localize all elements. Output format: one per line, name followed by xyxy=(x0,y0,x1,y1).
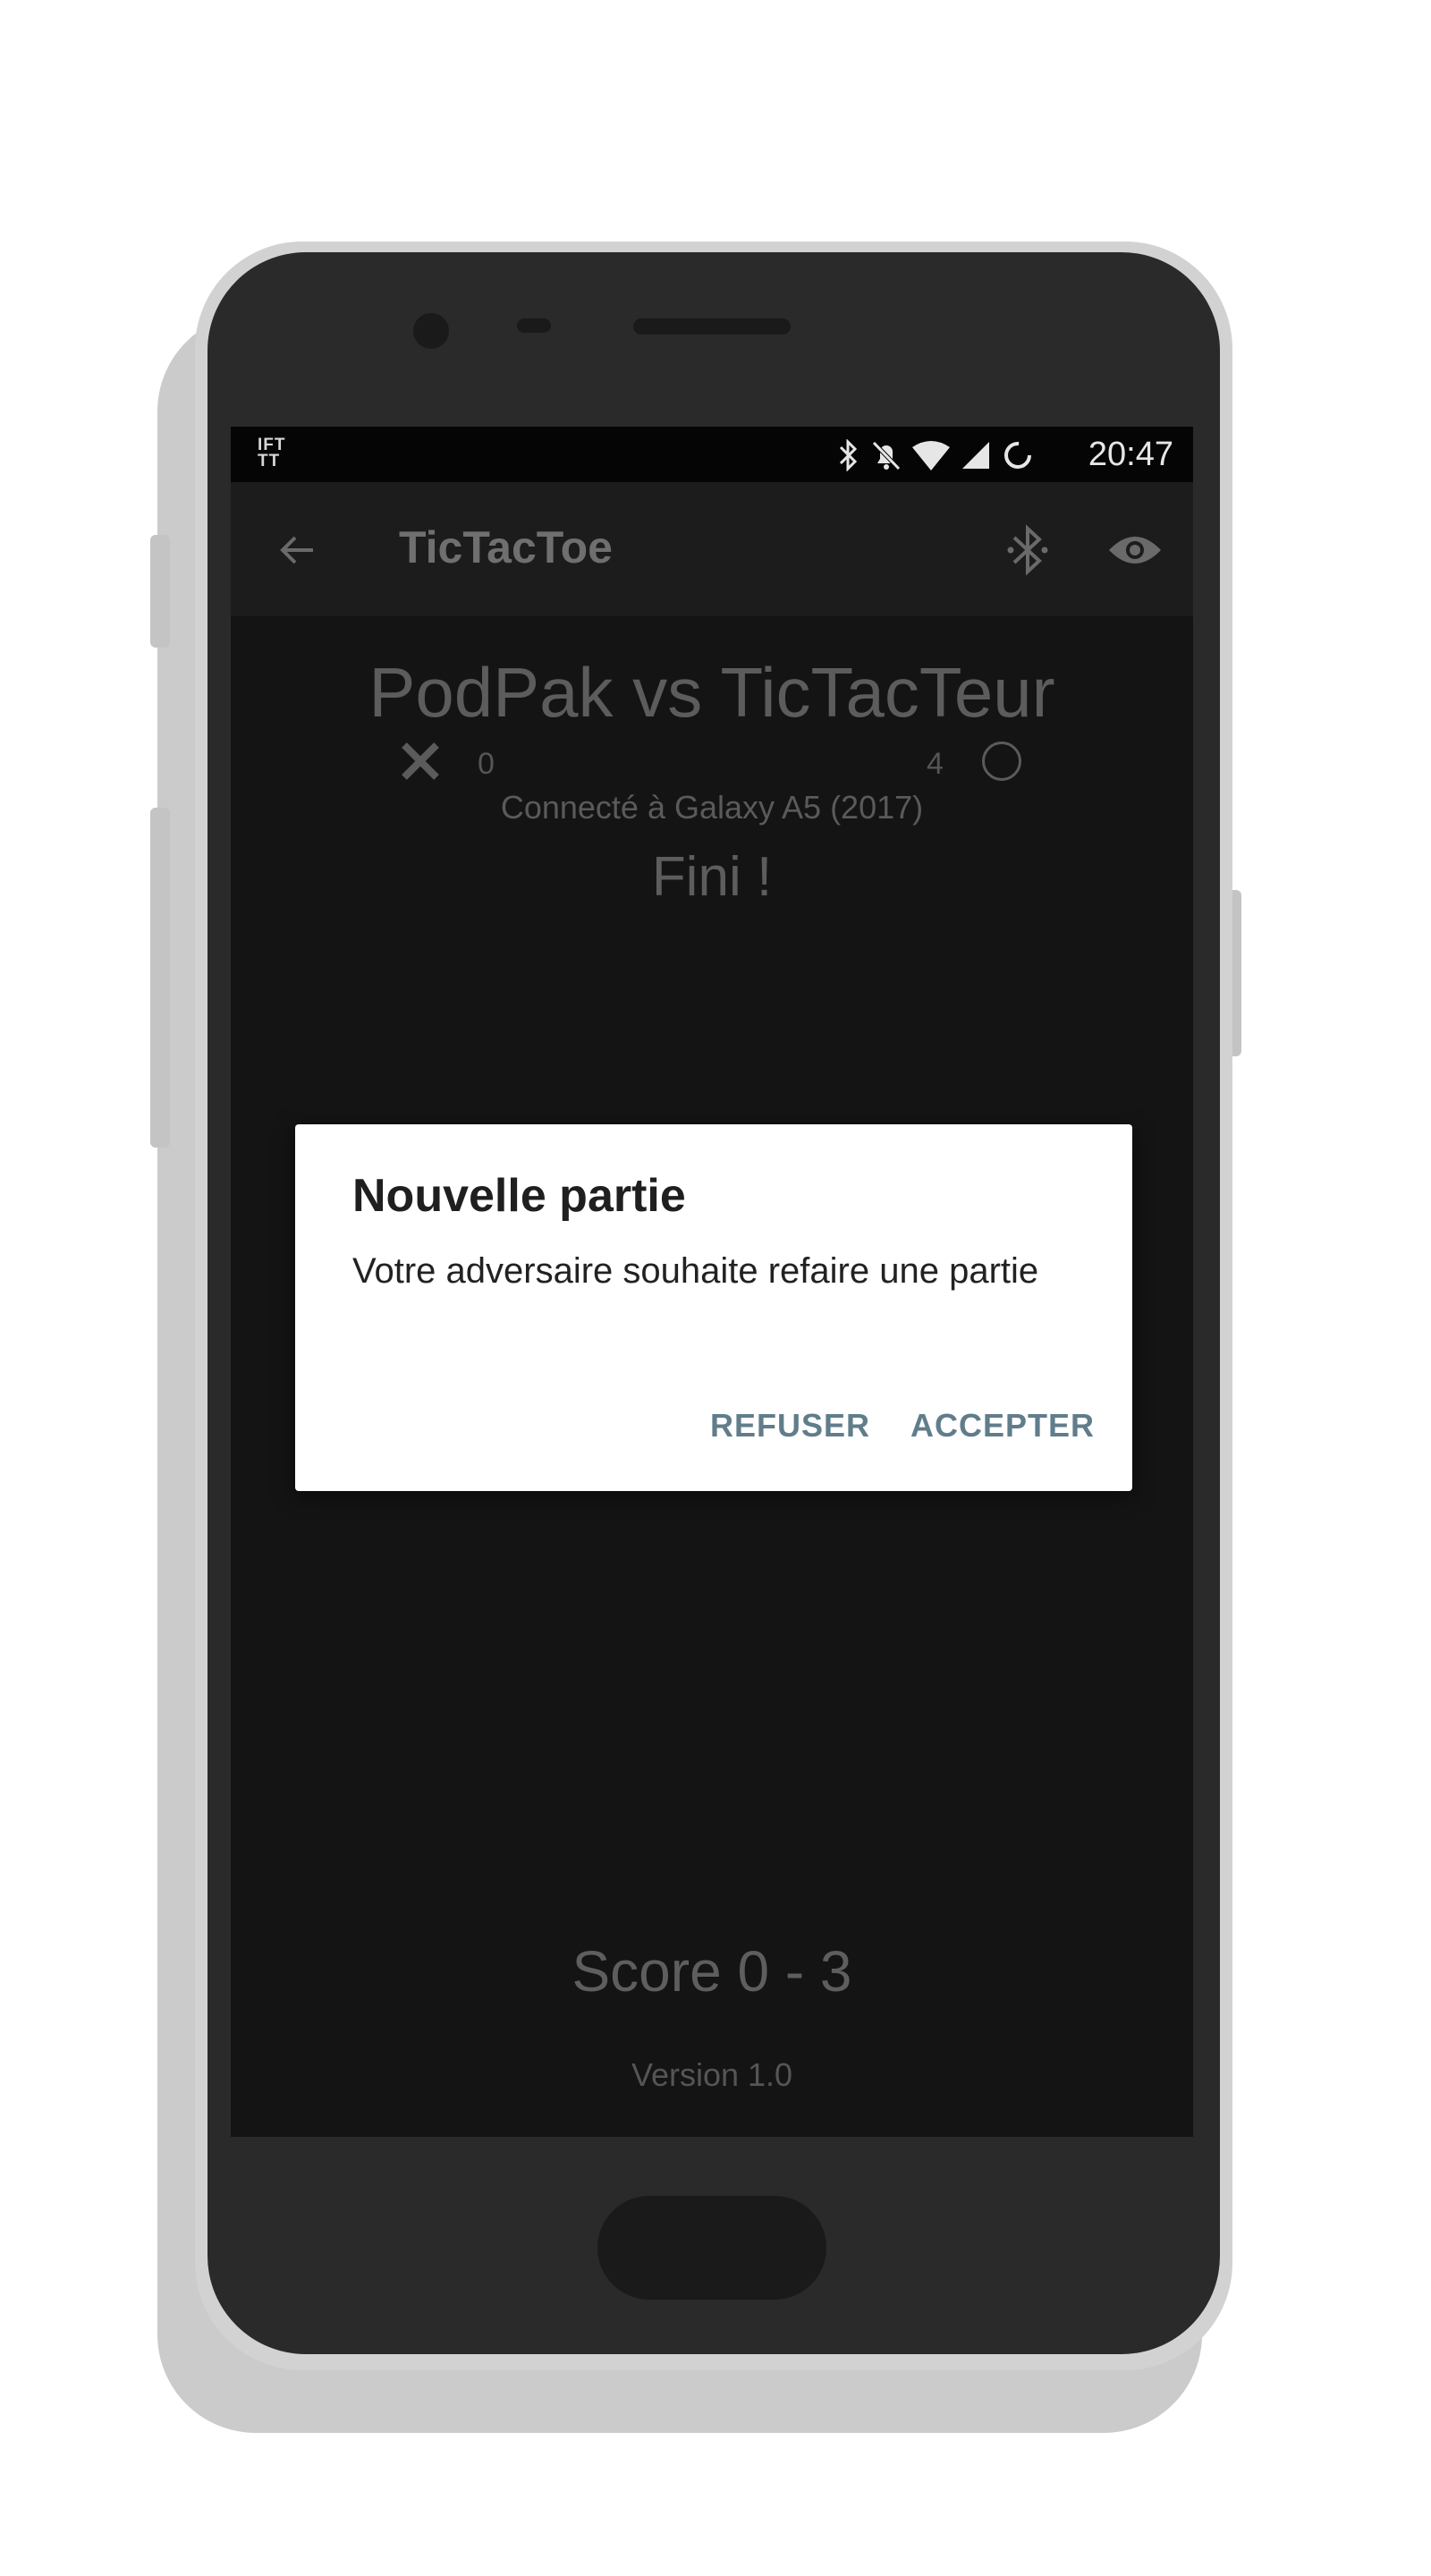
eye-icon[interactable] xyxy=(1107,532,1163,568)
match-title: PodPak vs TicTacTeur xyxy=(368,653,1055,732)
player-o-icon xyxy=(982,741,1021,781)
bluetooth-searching-icon[interactable] xyxy=(1002,523,1054,577)
home-button[interactable] xyxy=(597,2196,826,2300)
dialog-message: Votre adversaire souhaite refaire une pa… xyxy=(352,1251,1039,1291)
app-toolbar: TicTacToe xyxy=(231,482,1193,616)
bluetooth-icon xyxy=(839,439,858,471)
dialog-title: Nouvelle partie xyxy=(352,1170,686,1222)
proximity-sensor xyxy=(517,318,551,333)
phone-side-button xyxy=(150,535,170,648)
sync-icon xyxy=(1004,442,1031,469)
ifttt-icon: IFT TT xyxy=(258,436,286,470)
player-o-score: 4 xyxy=(927,747,944,781)
phone-side-button xyxy=(150,808,170,1148)
score-summary: Score 0 - 3 xyxy=(572,1939,852,2004)
status-bar: IFT TT 20:47 xyxy=(231,427,1193,482)
app-screen: IFT TT 20:47 TicTacToe PodPak vs TicTacT… xyxy=(231,427,1193,2137)
back-arrow-icon[interactable] xyxy=(275,529,318,572)
game-status: Fini ! xyxy=(651,846,773,908)
front-camera xyxy=(413,313,449,349)
new-game-dialog: Nouvelle partie Votre adversaire souhait… xyxy=(295,1124,1132,1491)
accept-button[interactable]: ACCEPTER xyxy=(910,1407,1095,1445)
player-x-score: 0 xyxy=(478,747,495,781)
signal-icon xyxy=(962,442,989,469)
status-time: 20:47 xyxy=(1088,436,1173,473)
earpiece-speaker xyxy=(633,318,791,335)
toolbar-title: TicTacToe xyxy=(399,522,613,572)
player-x-icon xyxy=(402,742,439,780)
refuse-button[interactable]: REFUSER xyxy=(710,1407,870,1445)
notifications-off-icon xyxy=(872,441,901,470)
connection-status: Connecté à Galaxy A5 (2017) xyxy=(500,789,924,826)
version-label: Version 1.0 xyxy=(631,2056,793,2093)
wifi-icon xyxy=(912,441,950,470)
status-icons xyxy=(837,439,1034,471)
